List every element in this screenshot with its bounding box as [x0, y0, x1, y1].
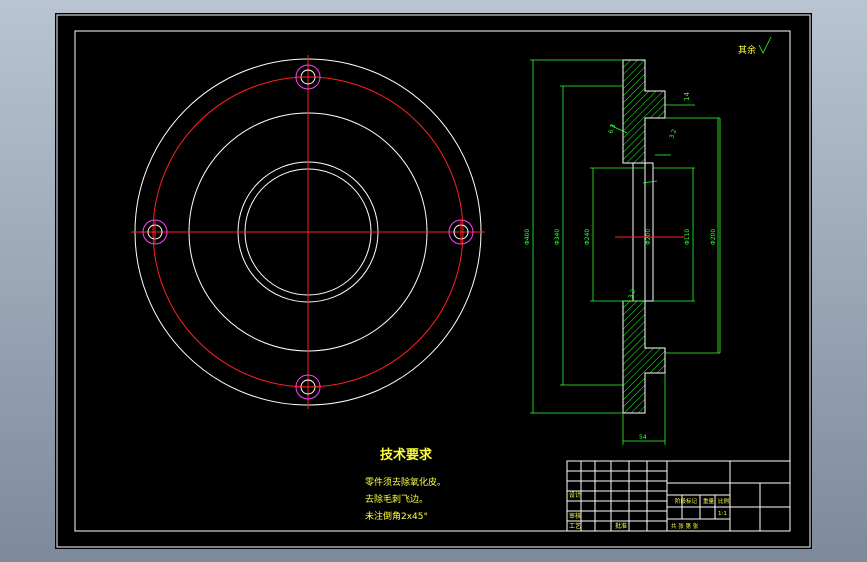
tb-weight: 重量: [703, 497, 715, 505]
dim-right: 14: [683, 92, 691, 101]
tb-check: 审核: [569, 512, 581, 520]
tech-note-3: 未注倒角2x45°: [365, 510, 428, 522]
dim-hub2: Φ200: [710, 229, 717, 245]
drawing-canvas: 14 6.3 3.2 Φ400 Φ340 Φ240 Φ200 Φ110 Φ200…: [56, 14, 811, 548]
title-block: [566, 460, 791, 532]
roughness-symbol-icon: [758, 36, 772, 54]
roughness-note: 其余: [738, 44, 756, 56]
dim-bottom: 54: [639, 434, 647, 441]
dim-chamfer: 3.2: [627, 288, 637, 300]
tech-note-1: 零件须去除氧化皮。: [365, 476, 446, 488]
outer-frame: [56, 14, 811, 548]
dim-hub: Φ110: [684, 229, 691, 245]
dim-bore: Φ240: [584, 229, 591, 245]
dim-outer: Φ400: [524, 229, 531, 245]
dim-roughness-1: 6.3: [607, 123, 617, 135]
tech-title: 技术要求: [380, 447, 433, 463]
tb-scale-value: 1:1: [718, 511, 727, 517]
dim-inner: Φ200: [645, 229, 652, 245]
tb-approve: 批准: [615, 522, 627, 530]
tb-designer: 设计: [569, 491, 581, 499]
cad-viewport[interactable]: 14 6.3 3.2 Φ400 Φ340 Φ240 Φ200 Φ110 Φ200…: [55, 13, 812, 549]
tb-process: 工艺: [569, 522, 581, 530]
section-view: [530, 59, 721, 445]
dim-bolt: Φ340: [554, 229, 561, 245]
front-view: [131, 55, 485, 409]
tech-note-2: 去除毛刺飞边。: [365, 493, 428, 505]
inner-frame: [74, 30, 791, 532]
tb-sheet: 共 张 第 张: [671, 522, 699, 530]
dim-roughness-2: 3.2: [668, 128, 678, 140]
tb-stage: 阶段标记: [675, 497, 698, 505]
tb-scale: 比例: [718, 497, 730, 505]
